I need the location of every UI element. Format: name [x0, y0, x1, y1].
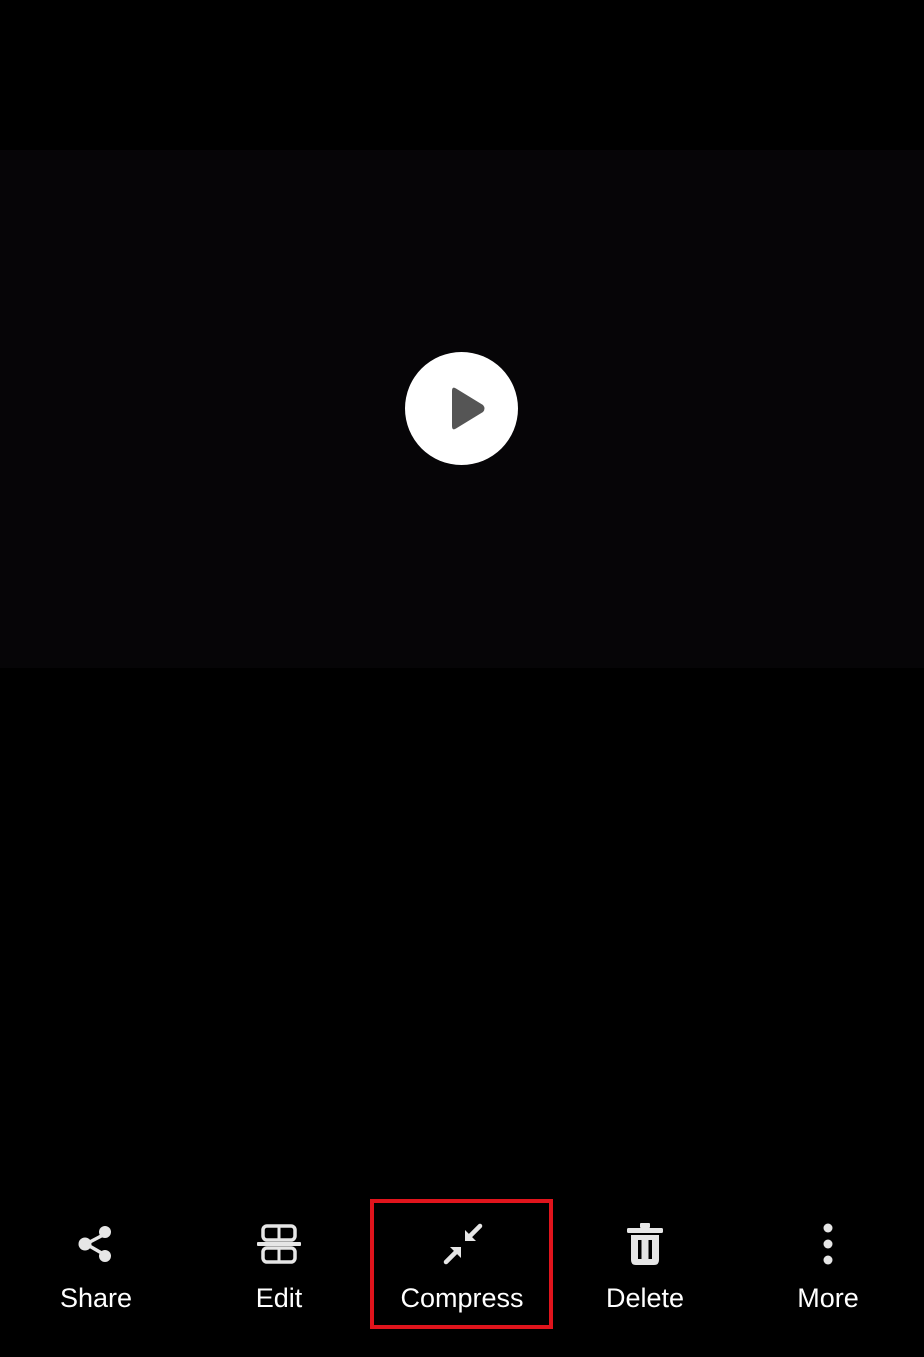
play-button[interactable]	[405, 352, 518, 465]
bottom-toolbar: Share Edit Compress Delete More	[0, 1200, 924, 1340]
edit-label: Edit	[255, 1283, 303, 1313]
more-label: More	[797, 1283, 859, 1313]
delete-icon	[621, 1220, 669, 1268]
play-icon	[452, 387, 485, 430]
share-icon	[72, 1220, 120, 1268]
share-button[interactable]: Share	[4, 1200, 188, 1340]
delete-label: Delete	[605, 1283, 685, 1313]
compress-button[interactable]: Compress	[370, 1200, 554, 1340]
compress-label: Compress	[400, 1283, 524, 1313]
delete-button[interactable]: Delete	[553, 1200, 737, 1340]
more-vertical-icon	[804, 1220, 852, 1268]
more-button[interactable]: More	[736, 1200, 920, 1340]
share-label: Share	[59, 1283, 133, 1313]
edit-button[interactable]: Edit	[187, 1200, 371, 1340]
edit-icon	[255, 1220, 303, 1268]
compress-icon	[438, 1220, 486, 1268]
